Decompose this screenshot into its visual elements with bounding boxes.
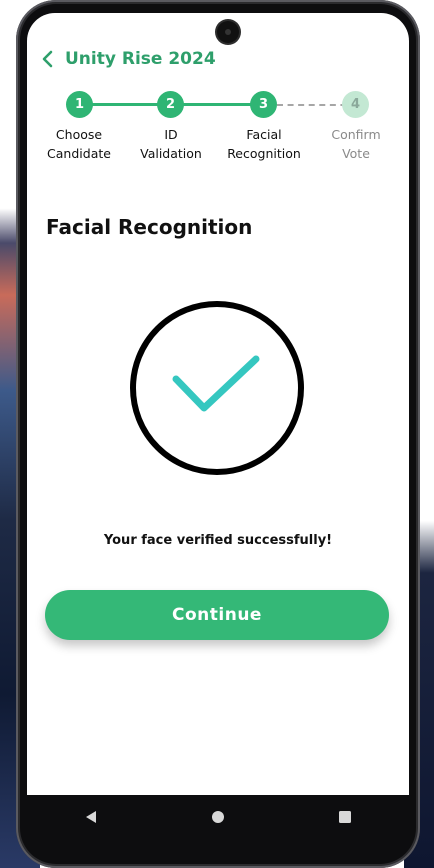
app-title: Unity Rise 2024 — [65, 49, 216, 69]
continue-button[interactable]: Continue — [45, 590, 389, 640]
step-3-label: Facial Recognition — [227, 127, 301, 161]
progress-stepper: 1 2 3 4 Choose Candidate ID Validation F… — [27, 91, 409, 171]
page-title: Facial Recognition — [46, 215, 253, 239]
verification-status — [129, 300, 305, 476]
step-4-label: Confirm Vote — [331, 127, 381, 161]
step-1-label: Choose Candidate — [47, 127, 111, 161]
circle-home-icon — [211, 811, 224, 823]
step-3-circle: 3 — [250, 91, 277, 118]
step-2-label: ID Validation — [140, 127, 202, 161]
check-circle-icon — [130, 301, 304, 475]
system-navigation-bar — [27, 795, 409, 839]
nav-recents-button[interactable] — [325, 797, 365, 837]
triangle-back-icon — [85, 811, 96, 823]
front-camera-icon — [217, 21, 239, 43]
app-header: Unity Rise 2024 — [37, 47, 216, 71]
nav-home-button[interactable] — [198, 797, 238, 837]
step-4-circle: 4 — [342, 91, 369, 118]
nav-back-button[interactable] — [71, 797, 111, 837]
chevron-left-icon — [42, 50, 53, 68]
square-recents-icon — [339, 811, 352, 823]
status-message: Your face verified successfully! — [103, 533, 333, 548]
step-1-circle: 1 — [66, 91, 93, 118]
back-button[interactable] — [37, 47, 57, 71]
phone-frame: Unity Rise 2024 1 2 3 4 Choose Candidate… — [16, 0, 420, 868]
app-screen: Unity Rise 2024 1 2 3 4 Choose Candidate… — [27, 13, 409, 795]
step-2-circle: 2 — [157, 91, 184, 118]
